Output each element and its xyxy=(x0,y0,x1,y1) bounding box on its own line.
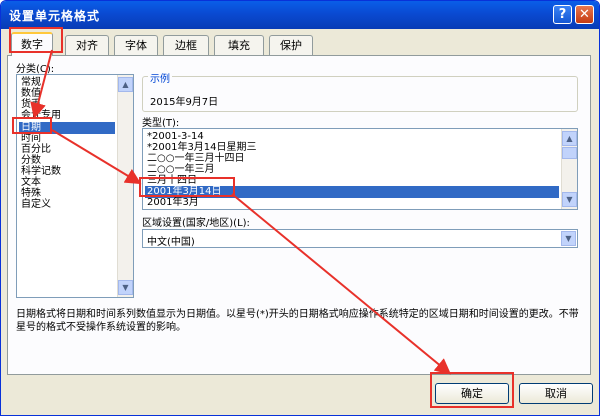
close-button[interactable]: ✕ xyxy=(575,5,594,24)
tab-fill[interactable]: 填充 xyxy=(214,35,264,55)
scroll-up-icon[interactable]: ▲ xyxy=(118,77,133,92)
category-label: 分类(C): xyxy=(16,64,55,75)
ok-button[interactable]: 确定 xyxy=(435,383,509,404)
type-scrollbar[interactable]: ▲ ▼ xyxy=(561,129,577,209)
tab-protection[interactable]: 保护 xyxy=(269,35,313,55)
scroll-down-icon[interactable]: ▼ xyxy=(562,192,577,207)
category-item[interactable]: 会计专用 xyxy=(19,110,63,122)
type-item-selected[interactable]: 2001年3月14日 xyxy=(145,186,559,198)
locale-value: 中文(中国) xyxy=(147,237,195,248)
tab-alignment[interactable]: 对齐 xyxy=(65,35,109,55)
scroll-up-icon[interactable]: ▲ xyxy=(562,131,577,146)
locale-label: 区域设置(国家/地区)(L): xyxy=(142,218,250,229)
locale-select[interactable]: 中文(中国) ▼ xyxy=(142,229,578,248)
type-label: 类型(T): xyxy=(142,118,180,129)
category-list[interactable]: 常规 数值 货币 会计专用 日期 时间 百分比 分数 科学记数 文本 特殊 自定… xyxy=(16,74,134,298)
number-tab-panel: 分类(C): 常规 数值 货币 会计专用 日期 时间 百分比 分数 科学记数 文… xyxy=(7,55,591,375)
help-button[interactable]: ? xyxy=(553,5,572,24)
sample-legend: 示例 xyxy=(148,70,172,85)
tab-font[interactable]: 字体 xyxy=(114,35,158,55)
sample-value: 2015年9月7日 xyxy=(150,97,219,108)
help-icon: ? xyxy=(558,7,567,22)
close-icon: ✕ xyxy=(579,7,590,22)
dialog-title: 设置单元格格式 xyxy=(9,9,101,23)
category-scrollbar[interactable]: ▲ ▼ xyxy=(117,75,133,297)
type-item[interactable]: 2001年3月 xyxy=(145,197,201,209)
tab-border[interactable]: 边框 xyxy=(163,35,209,55)
tab-number[interactable]: 数字 xyxy=(11,32,53,56)
type-list[interactable]: *2001-3-14 *2001年3月14日星期三 二○○一年三月十四日 二○○… xyxy=(142,128,578,210)
format-cells-dialog: 设置单元格格式 ? ✕ 数字 对齐 字体 边框 填充 保护 分类(C): 常规 … xyxy=(0,0,600,416)
chevron-down-icon[interactable]: ▼ xyxy=(561,231,576,246)
format-description: 日期格式将日期和时间系列数值显示为日期值。以星号(*)开头的日期格式响应操作系统… xyxy=(16,309,579,333)
scroll-thumb[interactable] xyxy=(562,147,577,159)
title-bar[interactable]: 设置单元格格式 ? ✕ xyxy=(1,1,599,29)
cancel-button[interactable]: 取消 xyxy=(519,383,593,404)
scroll-down-icon[interactable]: ▼ xyxy=(118,280,133,295)
category-item[interactable]: 自定义 xyxy=(19,199,53,211)
